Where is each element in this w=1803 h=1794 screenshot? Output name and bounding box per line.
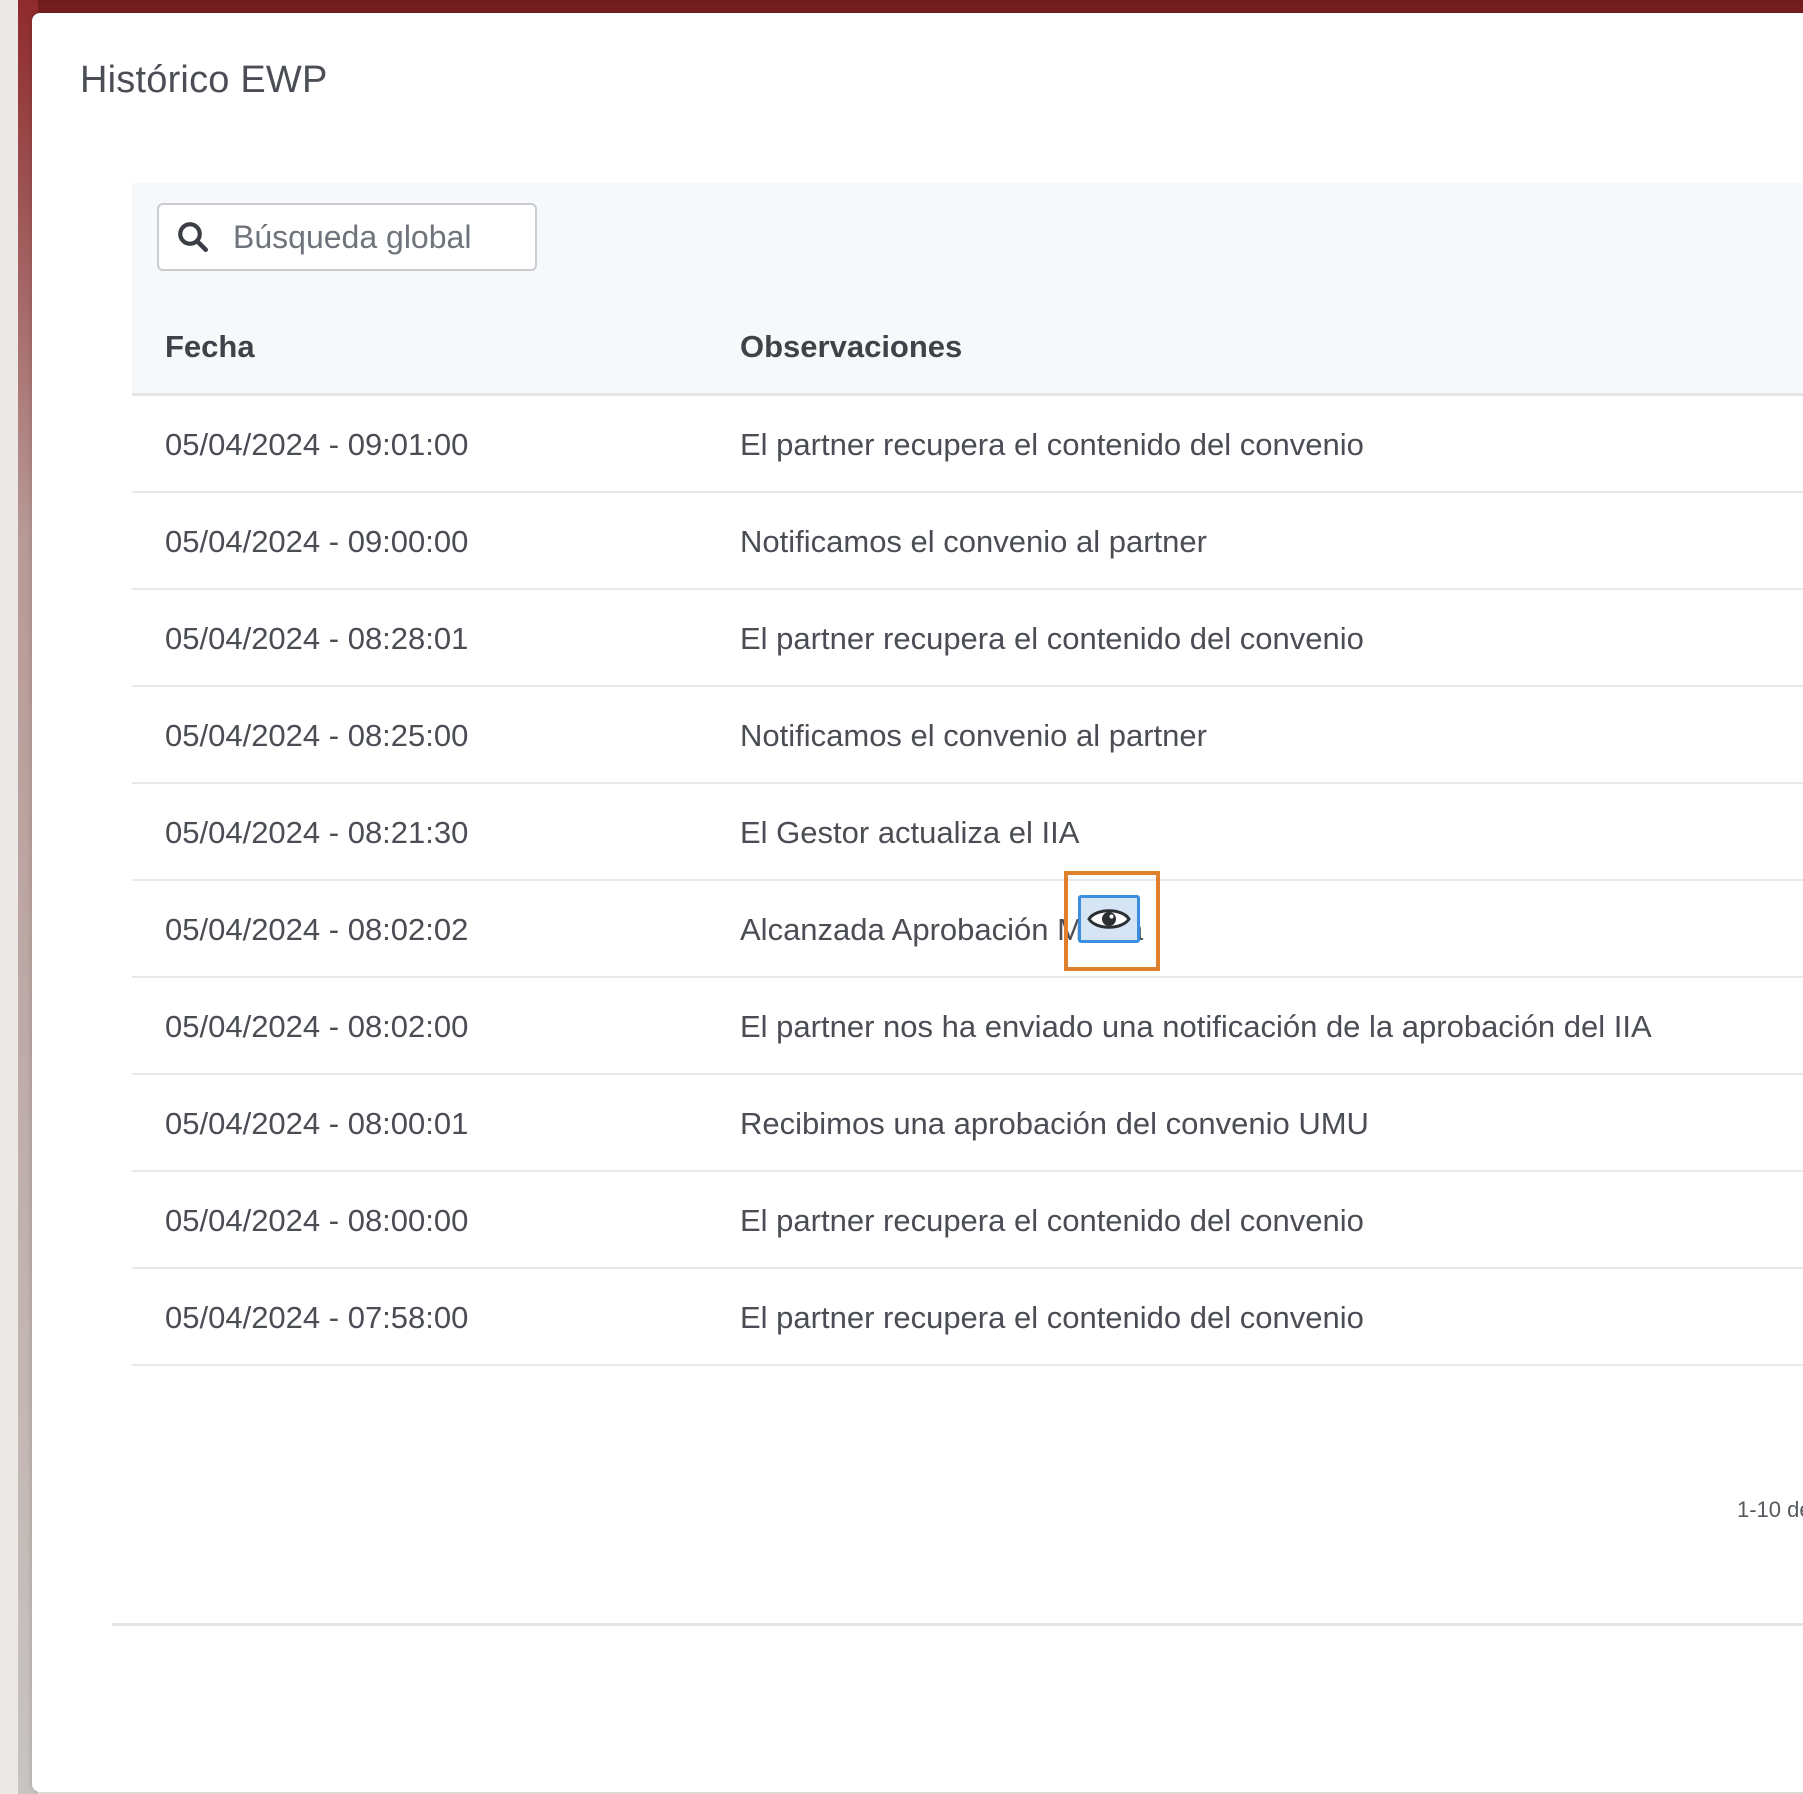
cell-fecha: 05/04/2024 - 09:01:00 [165, 427, 469, 462]
cell-observaciones: El partner recupera el contenido del con… [740, 1203, 1364, 1238]
table-row: 05/04/2024 - 07:58:00 El partner recuper… [132, 1269, 1803, 1366]
history-dialog: Histórico EWP Fecha Observaciones 05/04/… [32, 13, 1803, 1792]
cell-fecha: 05/04/2024 - 08:21:30 [165, 815, 469, 850]
table-body: 05/04/2024 - 09:01:00 El partner recuper… [132, 396, 1803, 1366]
cell-observaciones: Notificamos el convenio al partner [740, 524, 1207, 559]
column-header-observaciones[interactable]: Observaciones [740, 301, 962, 393]
cell-observaciones: Notificamos el convenio al partner [740, 718, 1207, 753]
dialog-footer-divider [112, 1623, 1803, 1626]
view-button-highlight [1064, 871, 1160, 971]
table-row: 05/04/2024 - 08:00:00 El partner recuper… [132, 1172, 1803, 1269]
cell-fecha: 05/04/2024 - 08:02:00 [165, 1009, 469, 1044]
cell-observaciones: El partner recupera el contenido del con… [740, 621, 1364, 656]
global-search-field[interactable] [157, 203, 537, 271]
cell-fecha: 05/04/2024 - 08:00:00 [165, 1203, 469, 1238]
search-icon [178, 222, 208, 252]
cell-observaciones: El partner nos ha enviado una notificaci… [740, 1009, 1652, 1044]
history-table: Fecha Observaciones 05/04/2024 - 09:01:0… [132, 183, 1803, 1383]
cell-observaciones: El Gestor actualiza el IIA [740, 815, 1080, 850]
table-row: 05/04/2024 - 08:02:02 Alcanzada Aprobaci… [132, 881, 1803, 978]
table-header-row: Fecha Observaciones [132, 301, 1803, 396]
cell-fecha: 05/04/2024 - 07:58:00 [165, 1300, 469, 1335]
cell-fecha: 05/04/2024 - 08:02:02 [165, 912, 469, 947]
view-details-button[interactable] [1078, 895, 1140, 943]
dialog-title: Histórico EWP [80, 59, 328, 101]
table-row: 05/04/2024 - 08:00:01 Recibimos una apro… [132, 1075, 1803, 1172]
table-row: 05/04/2024 - 08:28:01 El partner recuper… [132, 590, 1803, 687]
cell-fecha: 05/04/2024 - 08:25:00 [165, 718, 469, 753]
search-input[interactable] [233, 218, 493, 256]
cell-fecha: 05/04/2024 - 08:28:01 [165, 621, 469, 656]
cell-observaciones: El partner recupera el contenido del con… [740, 1300, 1364, 1335]
column-header-fecha[interactable]: Fecha [165, 301, 255, 393]
table-row: 05/04/2024 - 08:25:00 Notificamos el con… [132, 687, 1803, 784]
table-row: 05/04/2024 - 09:01:00 El partner recuper… [132, 396, 1803, 493]
table-toolbar [132, 183, 1803, 303]
cell-observaciones: Recibimos una aprobación del convenio UM… [740, 1106, 1369, 1141]
cell-observaciones: El partner recupera el contenido del con… [740, 427, 1364, 462]
cell-fecha: 05/04/2024 - 08:00:01 [165, 1106, 469, 1141]
table-row: 05/04/2024 - 08:21:30 El Gestor actualiz… [132, 784, 1803, 881]
cell-fecha: 05/04/2024 - 09:00:00 [165, 524, 469, 559]
paginator-summary: 1-10 de 1 [1737, 1497, 1803, 1522]
table-row: 05/04/2024 - 09:00:00 Notificamos el con… [132, 493, 1803, 590]
table-row: 05/04/2024 - 08:02:00 El partner nos ha … [132, 978, 1803, 1075]
eye-icon [1087, 909, 1131, 929]
